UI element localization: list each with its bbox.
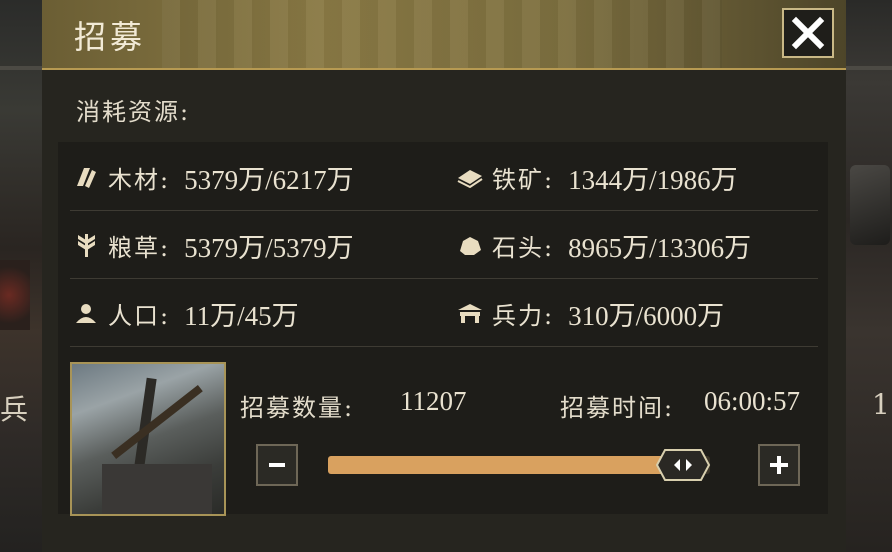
consume-resources-label: 消耗资源:	[76, 98, 191, 126]
resource-row: 木材: 5379万/6217万 铁矿: 1344万/1986万	[58, 144, 818, 210]
recruit-time-label: 招募时间:	[560, 394, 675, 422]
slider-arrows-icon	[655, 449, 711, 481]
row-divider	[70, 346, 818, 347]
background-right-text: 1	[872, 388, 890, 421]
background-figure	[0, 260, 30, 330]
row-divider	[70, 278, 818, 279]
resource-label: 木材:	[108, 165, 171, 194]
resource-population: 人口: 11万/45万	[72, 280, 299, 346]
dialog-title: 招募	[74, 18, 147, 56]
wood-icon	[72, 163, 100, 191]
grain-icon	[72, 231, 100, 259]
resource-row: 粮草: 5379万/5379万 石头: 8965万/13306万	[58, 212, 818, 278]
close-icon	[791, 16, 825, 50]
recruit-dialog: 招募 消耗资源: 木材: 5379万/6217万 铁矿: 1344万/1986万…	[42, 0, 846, 552]
resource-troops: 兵力: 310万/6000万	[456, 280, 724, 346]
resource-value: 8965万/13306万	[568, 232, 752, 263]
recruit-count-label: 招募数量:	[240, 394, 355, 422]
resource-stone: 石头: 8965万/13306万	[456, 212, 751, 278]
stone-icon	[456, 231, 484, 259]
resource-value: 310万/6000万	[568, 300, 725, 331]
close-button[interactable]	[782, 8, 834, 58]
recruit-count-value: 11207	[400, 386, 467, 416]
recruit-time-value: 06:00:57	[704, 386, 801, 416]
background-left-text: 兵	[0, 393, 29, 426]
resource-iron-ore: 铁矿: 1344万/1986万	[456, 144, 738, 210]
plus-icon	[770, 456, 788, 474]
catapult-arm	[111, 384, 203, 460]
resource-row: 人口: 11万/45万 兵力: 310万/6000万	[58, 280, 818, 346]
catapult-base	[102, 464, 212, 514]
unit-portrait	[70, 362, 226, 516]
slider-fill	[328, 456, 683, 474]
resource-label: 石头:	[492, 233, 555, 262]
resource-label: 粮草:	[108, 233, 171, 262]
resource-panel: 木材: 5379万/6217万 铁矿: 1344万/1986万 粮草: 5379…	[58, 142, 828, 516]
troops-icon	[456, 299, 484, 327]
background-right-scene	[846, 0, 892, 552]
resource-label: 人口:	[108, 301, 171, 330]
minus-icon	[269, 463, 285, 467]
resource-value: 11万/45万	[184, 300, 299, 331]
resource-wood: 木材: 5379万/6217万	[72, 144, 354, 210]
resource-label: 铁矿:	[492, 165, 555, 194]
resource-grain: 粮草: 5379万/5379万	[72, 212, 354, 278]
background-left-scene	[0, 0, 42, 552]
resource-value: 1344万/1986万	[568, 164, 738, 195]
decrease-quantity-button[interactable]	[256, 444, 298, 486]
resource-value: 5379万/6217万	[184, 164, 354, 195]
dialog-header: 招募	[42, 0, 846, 70]
header-pattern	[162, 0, 722, 68]
increase-quantity-button[interactable]	[758, 444, 800, 486]
iron-ore-icon	[456, 163, 484, 191]
background-band	[846, 66, 892, 70]
quantity-slider[interactable]	[328, 456, 710, 474]
resource-value: 5379万/5379万	[184, 232, 354, 263]
row-divider	[70, 210, 818, 211]
background-band	[0, 66, 42, 70]
population-icon	[72, 299, 100, 327]
resource-label: 兵力:	[492, 301, 555, 330]
background-object	[850, 165, 890, 245]
slider-handle[interactable]	[655, 448, 711, 482]
